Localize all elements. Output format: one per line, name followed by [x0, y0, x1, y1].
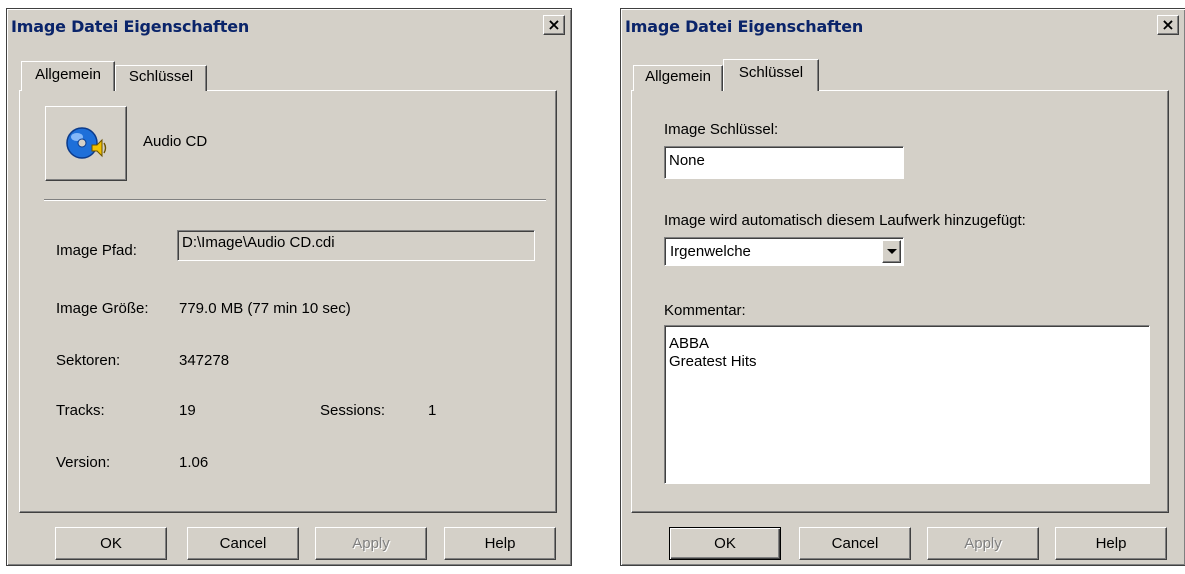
- path-value: D:\Image\Audio CD.cdi: [182, 234, 335, 251]
- tab-schluessel[interactable]: Schlüssel: [115, 65, 207, 91]
- separator: [44, 199, 546, 201]
- comment-textarea[interactable]: ABBA Greatest Hits: [664, 325, 1150, 484]
- apply-button: Apply: [927, 527, 1039, 560]
- drive-select-value: Irgenwelche: [670, 243, 751, 260]
- image-type-label: Audio CD: [143, 133, 208, 150]
- help-button[interactable]: Help: [444, 527, 556, 560]
- tab-allgemein[interactable]: Allgemein: [633, 65, 723, 91]
- key-input[interactable]: None: [664, 146, 904, 179]
- tab-panel: Audio CD Image Pfad: D:\Image\Audio CD.c…: [19, 90, 557, 513]
- cancel-button[interactable]: Cancel: [799, 527, 911, 560]
- drive-select[interactable]: Irgenwelche: [664, 237, 904, 266]
- cancel-button[interactable]: Cancel: [187, 527, 299, 560]
- image-type-icon-button[interactable]: [45, 106, 127, 181]
- tab-schluessel-label: Schlüssel: [128, 68, 194, 85]
- sectors-value: 347278: [179, 352, 230, 369]
- drive-label: Image wird automatisch diesem Laufwerk h…: [664, 212, 1026, 229]
- dialog-title: Image Datei Eigenschaften: [625, 17, 864, 36]
- sectors-label: Sektoren:: [56, 352, 121, 369]
- tab-panel: Image Schlüssel: None Image wird automat…: [631, 90, 1169, 513]
- tab-allgemein-label: Allgemein: [645, 68, 711, 85]
- properties-dialog-allgemein: Image Datei Eigenschaften × Allgemein Sc…: [6, 8, 572, 566]
- tab-allgemein-label: Allgemein: [35, 66, 101, 83]
- comment-label: Kommentar:: [664, 302, 746, 319]
- path-label: Image Pfad:: [56, 242, 137, 259]
- tracks-label: Tracks:: [56, 402, 105, 419]
- sessions-label: Sessions:: [320, 402, 386, 419]
- ok-button[interactable]: OK: [669, 527, 781, 560]
- version-label: Version:: [56, 454, 111, 471]
- tab-schluessel[interactable]: Schlüssel: [723, 59, 819, 91]
- sessions-value: 1: [428, 402, 437, 419]
- ok-button[interactable]: OK: [55, 527, 167, 560]
- key-label: Image Schlüssel:: [664, 121, 779, 138]
- apply-button: Apply: [315, 527, 427, 560]
- help-button[interactable]: Help: [1055, 527, 1167, 560]
- close-button[interactable]: ×: [1157, 15, 1179, 35]
- title-bar[interactable]: Image Datei Eigenschaften ×: [623, 11, 1183, 41]
- tab-allgemein[interactable]: Allgemein: [21, 61, 115, 91]
- properties-dialog-schluessel: Image Datei Eigenschaften × Allgemein Sc…: [620, 8, 1185, 566]
- path-field[interactable]: D:\Image\Audio CD.cdi: [177, 230, 535, 261]
- version-value: 1.06: [179, 454, 209, 471]
- size-label: Image Größe:: [56, 300, 149, 317]
- tab-schluessel-label: Schlüssel: [738, 64, 804, 81]
- key-value: None: [669, 152, 705, 169]
- audio-cd-icon: [66, 127, 107, 159]
- size-value: 779.0 MB (77 min 10 sec): [179, 300, 351, 317]
- chevron-down-icon[interactable]: [882, 240, 901, 263]
- dialog-title: Image Datei Eigenschaften: [11, 17, 250, 36]
- close-button[interactable]: ×: [543, 15, 565, 35]
- title-bar[interactable]: Image Datei Eigenschaften ×: [9, 11, 569, 41]
- tracks-value: 19: [179, 402, 196, 419]
